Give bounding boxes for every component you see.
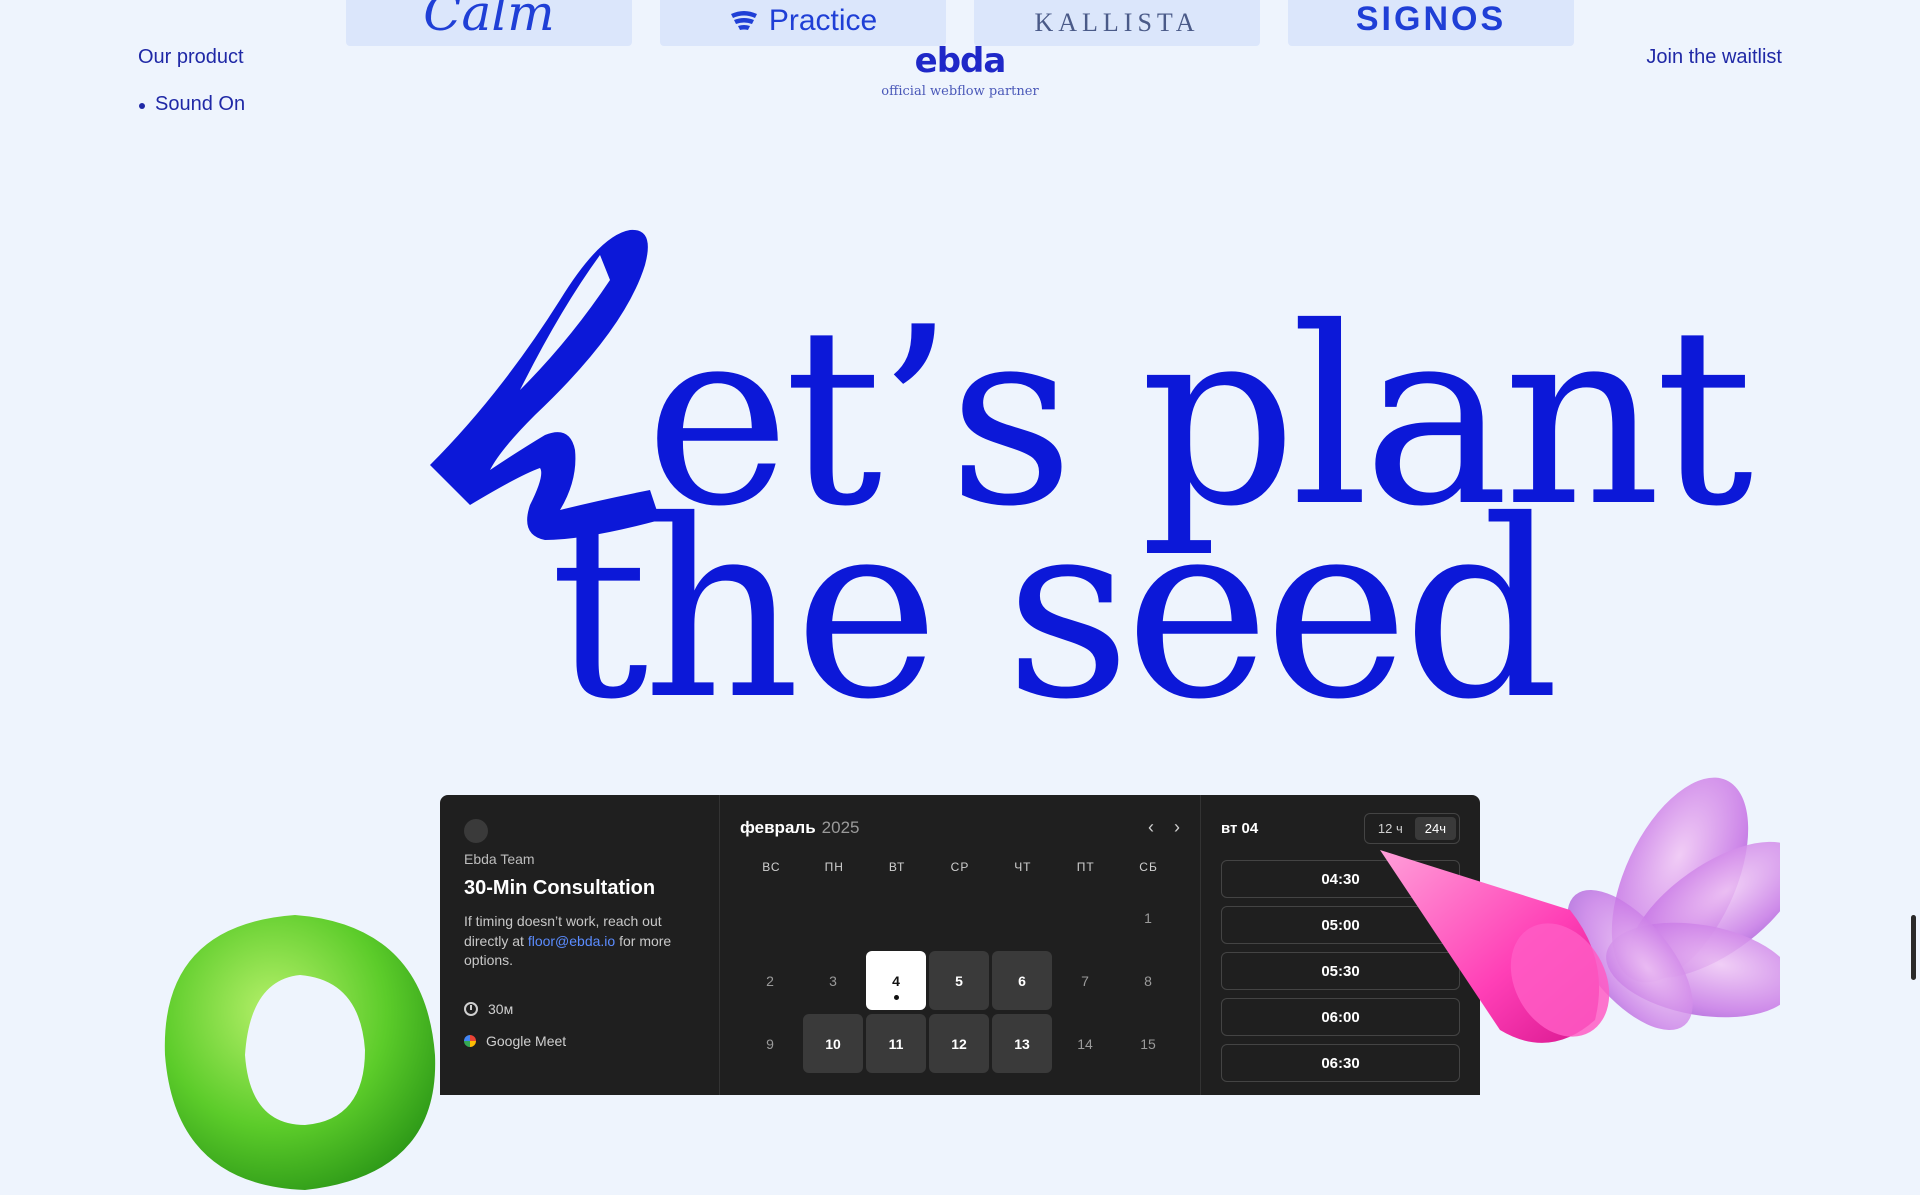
calendar-day[interactable]: 4 xyxy=(866,951,926,1010)
calendar-days: 1 2 3 4 5 6 7 8 9 10 11 12 13 14 15 xyxy=(740,888,1180,1073)
our-product-link[interactable]: Our product xyxy=(138,46,245,69)
team-avatar xyxy=(464,819,488,843)
calendar-empty-cell xyxy=(1055,888,1115,947)
weekday-label: ПТ xyxy=(1076,860,1095,874)
calendar-month: февраль 2025 xyxy=(740,818,859,838)
duration-row: 30м xyxy=(464,1001,695,1017)
month-name: февраль xyxy=(740,817,816,837)
calm-logo: Calm xyxy=(423,0,555,42)
brand-tagline: official webflow partner xyxy=(881,84,1039,99)
duration-value: 30м xyxy=(488,1000,514,1017)
team-name: Ebda Team xyxy=(464,851,535,867)
product-sub-list: Sound On xyxy=(138,93,245,116)
weekday-label: ПН xyxy=(824,860,844,874)
calendar-pane: февраль 2025 ‹ › ВС ПН ВТ СР ЧТ ПТ СБ 123456789… xyxy=(720,795,1201,1095)
calendar-day: 15 xyxy=(1140,1035,1156,1052)
calendar-day[interactable]: 10 xyxy=(803,1014,863,1073)
logo-card-calm: Calm xyxy=(346,0,632,46)
practice-wave-icon xyxy=(730,11,757,30)
weekday-header: ВС ПН ВТ СР ЧТ ПТ СБ xyxy=(740,860,1180,874)
practice-logo-text: Practice xyxy=(768,4,878,37)
location-value: Google Meet xyxy=(486,1032,567,1049)
calendar-day: 2 xyxy=(766,972,774,989)
pink-flower-decoration xyxy=(1380,777,1780,1043)
calendar-day: 9 xyxy=(766,1035,774,1052)
weekday-label: ВТ xyxy=(888,860,906,874)
signos-logo: SIGNOS xyxy=(1355,0,1507,38)
calendar-day: 7 xyxy=(1081,972,1089,989)
nav-left: Our product Sound On xyxy=(138,46,245,116)
weekday-label: ЧТ xyxy=(1014,860,1032,874)
calendar-empty-cell xyxy=(929,888,989,947)
booking-widget: Ebda Team 30-Min Consultation If timing … xyxy=(440,795,1480,1095)
calendar-empty-cell xyxy=(803,888,863,947)
calendar-day[interactable]: 11 xyxy=(866,1014,926,1073)
hero-headline: et’s plant the seed xyxy=(0,220,1920,753)
logo-card-practice: Practice xyxy=(660,0,946,46)
partner-logo-strip: Calm Practice KALLISTA SIGNOS xyxy=(346,0,1574,46)
hero-line-2: the seed xyxy=(550,468,1554,720)
sound-on-link[interactable]: Sound On xyxy=(138,93,245,116)
prev-month-chevron-icon[interactable]: ‹ xyxy=(1148,817,1154,838)
calendar-day: 14 xyxy=(1077,1035,1093,1052)
calendar-header: февраль 2025 ‹ › xyxy=(740,817,1180,838)
calendar-empty-cell xyxy=(740,888,800,947)
calendar-day: 1 xyxy=(1144,909,1152,926)
calendar-day[interactable]: 6 xyxy=(992,951,1052,1010)
calendar-day: 8 xyxy=(1144,972,1152,989)
event-title: 30-Min Consultation xyxy=(464,877,656,899)
kallista-logo: KALLISTA xyxy=(1034,8,1200,37)
google-meet-icon xyxy=(464,1034,476,1047)
practice-logo: Practice xyxy=(729,6,877,36)
event-info-pane: Ebda Team 30-Min Consultation If timing … xyxy=(440,795,720,1095)
weekday-label: СБ xyxy=(1139,860,1158,874)
logo-card-kallista: KALLISTA xyxy=(974,0,1260,46)
brand[interactable]: ebda official webflow partner xyxy=(880,44,1040,99)
location-row: Google Meet xyxy=(464,1033,695,1049)
calendar-day: 3 xyxy=(829,972,837,989)
calendar-day[interactable]: 12 xyxy=(929,1014,989,1073)
selected-date: вт 04 xyxy=(1221,820,1259,837)
calendar-empty-cell xyxy=(866,888,926,947)
hero-headline-svg: et’s plant the seed xyxy=(430,229,1758,753)
weekday-label: СР xyxy=(950,860,970,874)
join-waitlist-link[interactable]: Join the waitlist xyxy=(1646,46,1782,69)
green-ring-decoration xyxy=(164,915,436,1190)
weekday-label: ВС xyxy=(762,860,781,874)
month-nav: ‹ › xyxy=(1148,817,1180,838)
calendar-day[interactable]: 13 xyxy=(992,1014,1052,1073)
year: 2025 xyxy=(821,817,860,837)
calendar-day[interactable]: 5 xyxy=(929,951,989,1010)
logo-card-signos: SIGNOS xyxy=(1288,0,1574,46)
contact-email-link[interactable]: floor@ebda.io xyxy=(528,933,615,949)
next-month-chevron-icon[interactable]: › xyxy=(1174,817,1180,838)
calendar-empty-cell xyxy=(992,888,1052,947)
clock-icon xyxy=(464,1001,478,1016)
ebda-logo: ebda xyxy=(914,41,1007,81)
event-description: If timing doesn’t work, reach out direct… xyxy=(464,912,695,971)
page-scrollbar[interactable] xyxy=(1911,915,1916,980)
